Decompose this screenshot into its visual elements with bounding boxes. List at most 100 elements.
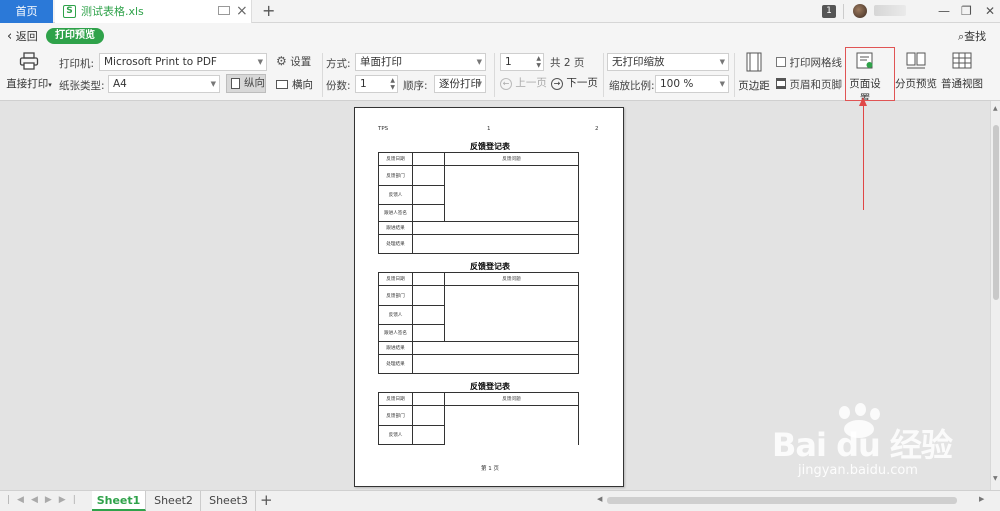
zoom-select[interactable]: 100 % ▼	[655, 75, 729, 93]
divider	[603, 53, 604, 97]
document-tab[interactable]: S 测试表格.xls ×	[55, 0, 252, 23]
page-number-stepper[interactable]: 1 ▲ ▼	[500, 53, 544, 71]
prev-page-button[interactable]: ← 上一页	[500, 75, 547, 90]
table-cell: 反馈问题	[444, 152, 579, 166]
copies-stepper[interactable]: 1 ▲ ▼	[355, 75, 398, 93]
margins-icon	[746, 52, 762, 72]
landscape-button[interactable]: 横向	[276, 77, 313, 92]
monitor-icon[interactable]	[218, 6, 230, 15]
settings-label: 设置	[290, 56, 312, 68]
page-break-preview-button[interactable]: 分页预览	[895, 52, 937, 91]
table-cell: 反馈日期	[378, 392, 413, 406]
vertical-scrollbar[interactable]: ▲ ▼	[990, 101, 1000, 490]
title-tab-bar: 首页 S 测试表格.xls × + 1 — ❐ ✕	[0, 0, 1000, 23]
table-cell	[444, 405, 579, 445]
divider	[322, 53, 323, 97]
print-gridlines-label: 打印网格线	[789, 57, 843, 69]
printer-select[interactable]: Microsoft Print to PDF ▼	[99, 53, 267, 71]
method-value: 单面打印	[360, 56, 402, 68]
page-header-right: 2	[595, 126, 599, 132]
table-cell: 反馈部门	[378, 165, 413, 186]
divider	[734, 53, 735, 97]
order-label: 顺序:	[403, 80, 428, 92]
paper-type-label: 纸张类型:	[59, 80, 105, 92]
scroll-right-icon[interactable]: ▶	[979, 495, 984, 503]
feedback-form-table: 反馈日期 反馈问题 反馈部门 反馈人 跟进人签名 跟进结果 处理结果	[378, 152, 579, 254]
horizontal-scrollbar[interactable]: ◀ ▶	[597, 495, 987, 506]
next-page-button[interactable]: → 下一页	[551, 75, 598, 90]
header-footer-button[interactable]: 页眉和页脚	[776, 77, 842, 92]
chevron-left-icon: ‹	[7, 29, 13, 44]
direct-print-label: 直接打印	[6, 78, 49, 90]
table-cell	[412, 324, 445, 342]
page-setup-highlight-annotation	[845, 47, 895, 101]
page-break-preview-label: 分页预览	[895, 78, 937, 90]
scrollbar-thumb[interactable]	[993, 125, 999, 300]
normal-view-button[interactable]: 普通视图	[940, 52, 984, 91]
add-tab-icon[interactable]: +	[262, 0, 275, 22]
portrait-button[interactable]: 纵向	[226, 74, 266, 93]
next-page-label: 下一页	[566, 77, 598, 89]
copies-label: 份数:	[326, 80, 351, 92]
scroll-up-icon[interactable]: ▲	[993, 105, 998, 112]
direct-print-button[interactable]: 直接打印▾	[5, 52, 53, 91]
grid-icon	[952, 52, 972, 69]
stepper-arrows-icon[interactable]: ▲ ▼	[536, 55, 541, 69]
watermark-url: jingyan.baidu.com	[798, 463, 918, 478]
form-title: 反馈登记表	[470, 142, 510, 151]
print-method-select[interactable]: 单面打印 ▼	[355, 53, 486, 71]
printer-label: 打印机:	[59, 58, 95, 70]
chevron-down-icon: ▼	[476, 58, 482, 66]
sheet-nav-arrows-icon[interactable]: |◀◀▶▶|	[7, 495, 83, 505]
window-count-badge[interactable]: 1	[822, 5, 836, 18]
scroll-down-icon[interactable]: ▼	[993, 475, 998, 482]
annotation-arrow-line	[863, 104, 864, 210]
scrollbar-thumb[interactable]	[607, 497, 957, 504]
home-tab[interactable]: 首页	[0, 0, 53, 23]
sheet-tab-2[interactable]: Sheet2	[147, 491, 201, 511]
table-cell: 反馈日期	[378, 272, 413, 286]
scroll-left-icon[interactable]: ◀	[597, 495, 602, 503]
table-cell	[412, 305, 445, 325]
paper-type-select[interactable]: A4 ▼	[108, 75, 220, 93]
add-sheet-icon[interactable]: +	[260, 491, 273, 510]
paw-icon	[855, 403, 866, 416]
table-cell	[412, 354, 579, 374]
chevron-down-icon: ▼	[719, 80, 725, 88]
minimize-icon[interactable]: —	[938, 1, 950, 21]
close-icon[interactable]: ×	[236, 2, 248, 20]
printer-value: Microsoft Print to PDF	[104, 56, 217, 68]
document-tab-title: 测试表格.xls	[81, 5, 144, 18]
sheet-tab-1[interactable]: Sheet1	[92, 491, 146, 511]
close-window-icon[interactable]: ✕	[985, 1, 995, 21]
print-gridlines-checkbox[interactable]	[776, 57, 786, 67]
print-gridlines-toggle[interactable]: 打印网格线	[776, 55, 842, 70]
print-order-select[interactable]: 逐份打印 ▼	[434, 75, 486, 93]
sheet-tab-bar: |◀◀▶▶| Sheet1 Sheet2 Sheet3 + ◀ ▶	[0, 490, 1000, 511]
table-cell	[412, 204, 445, 222]
form-title: 反馈登记表	[470, 262, 510, 271]
arrow-right-circle-icon: →	[551, 78, 563, 90]
table-cell	[412, 392, 445, 406]
scaling-select[interactable]: 无打印缩放 ▼	[607, 53, 729, 71]
portrait-label: 纵向	[244, 77, 265, 89]
printer-settings-button[interactable]: ⚙ 设置	[276, 54, 311, 69]
username-redacted[interactable]	[874, 5, 906, 16]
avatar[interactable]	[853, 4, 867, 18]
feedback-form-table: 反馈日期 反馈问题 反馈部门 反馈人	[378, 392, 579, 445]
back-label: 返回	[15, 30, 38, 43]
restore-icon[interactable]: ❐	[961, 1, 972, 21]
paper-type-value: A4	[113, 78, 127, 90]
find-button[interactable]: ⌕查找	[958, 28, 986, 44]
back-button[interactable]: ‹ 返回	[7, 28, 38, 44]
table-cell: 反馈人	[378, 185, 413, 205]
order-value: 逐份打印	[439, 78, 481, 90]
table-cell: 反馈部门	[378, 405, 413, 426]
table-cell: 跟进结果	[378, 221, 413, 235]
stepper-arrows-icon[interactable]: ▲ ▼	[390, 77, 395, 91]
header-footer-icon	[776, 78, 786, 89]
table-cell	[412, 425, 445, 445]
find-label: 查找	[964, 30, 987, 43]
margins-button[interactable]: 页边距	[737, 52, 771, 93]
sheet-tab-3[interactable]: Sheet3	[202, 491, 256, 511]
